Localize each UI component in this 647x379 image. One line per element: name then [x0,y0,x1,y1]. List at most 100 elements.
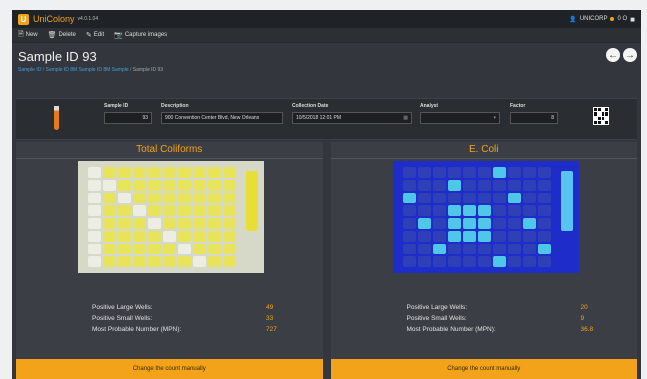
tray-well [148,218,161,229]
collection-date-label: Collection Date [292,103,329,109]
tray-well [178,230,191,242]
tray-well [447,218,461,229]
tray-well [522,218,536,229]
tray-well [178,243,191,255]
tray-well [148,256,161,267]
tray-well [477,230,491,242]
tray-well [492,192,506,204]
mpn-value: 727 [266,326,277,333]
tray-well [477,205,491,216]
edit-button[interactable]: ✎ Edit [86,31,104,39]
tray-well [223,218,236,229]
tray-well [133,192,146,204]
tray-well [432,205,446,216]
description-label: Description [161,103,189,109]
capture-images-button[interactable]: 📷 Capture images [114,31,167,39]
tray-well [118,230,131,242]
tray-well [447,243,461,255]
collection-date-field[interactable]: 10/5/2018 12:01 PM ▦ [292,112,412,124]
change-count-button[interactable]: Change the count manually [330,359,637,379]
breadcrumb: Sample ID / Sample ID 8M Sample ID 8M Sa… [18,67,164,73]
tray-well [447,192,461,204]
tray-well [477,167,491,178]
tray-well [118,256,131,267]
new-icon: 🗎 [18,30,24,38]
sample-id-value: 93 [142,115,148,121]
tray-well [148,243,161,255]
tray-well [432,243,446,255]
new-button[interactable]: 🗎 New [18,30,38,41]
e-coli-panel: E. Coli Positive Large Wells: 20 Positiv… [330,142,638,379]
tray-well [88,205,101,216]
sample-tube-icon [54,106,59,130]
edit-label: Edit [93,32,105,38]
tray-well [417,192,431,204]
tray-well [522,167,536,178]
tray-image-yellow[interactable] [78,161,264,273]
tray-well [178,167,191,178]
menu-icon[interactable]: ■ [630,15,635,24]
tray-well [178,256,191,267]
mpn-label: Most Probable Number (MPN): [406,326,496,333]
factor-label: Factor [510,103,526,109]
tray-well [432,179,446,191]
tray-well [118,192,131,204]
tray-well [133,218,146,229]
breadcrumb-item[interactable]: Sample ID [18,67,41,73]
next-arrow-icon[interactable]: → [623,48,637,62]
tray-well [88,179,101,191]
tray-well [208,218,221,229]
tray-well [223,192,236,204]
tray-well [133,205,146,216]
tray-well [103,179,116,191]
tray-well [223,205,236,216]
user-area: 👤 UNICORP 0 O ■ [569,15,635,24]
tray-well [462,230,476,242]
app-version: v4.0.1.04 [77,16,99,22]
mpn-value: 36.8 [580,326,594,333]
tray-well [492,243,506,255]
collection-date-value: 10/5/2018 12:01 PM [296,115,342,121]
tray-well [417,230,431,242]
tray-well [193,205,206,216]
user-name[interactable]: UNICORP [580,16,608,22]
delete-button[interactable]: 🗑 Delete [48,31,76,39]
tray-well [507,167,521,178]
large-wells-value: 49 [266,304,274,311]
tray-well [118,205,131,216]
factor-field[interactable]: 8 [510,112,558,124]
tray-image-blue[interactable] [392,161,579,273]
status-text: 0 O [617,16,628,22]
sample-info-bar: Sample ID 93 Description 900 Convention … [16,98,637,140]
description-field[interactable]: 900 Convention Center Blvd, New Orleans [161,112,283,124]
tray-well [193,243,206,255]
sample-id-field[interactable]: 93 [104,112,152,124]
tray-well [537,179,551,191]
tray-well [133,179,146,191]
analyst-select[interactable]: ▾ [420,112,500,124]
tray-well [462,179,476,191]
panel-title: Total Coliforms [16,142,323,159]
new-label: New [25,32,38,38]
prev-arrow-icon[interactable]: ← [606,48,620,62]
calendar-icon[interactable]: ▦ [403,115,408,121]
tray-well [88,230,101,242]
small-wells-value: 33 [266,315,274,322]
change-count-button[interactable]: Change the count manually [16,359,323,379]
tray-well [163,167,176,178]
tray-well [507,256,521,267]
tray-well [477,256,491,267]
tray-well [88,243,101,255]
tray-well [432,167,446,178]
tray-well [417,167,431,178]
tray-well [163,205,176,216]
large-wells-label: Positive Large Wells: [406,304,468,311]
stats-block: Positive Large Wells: 20 Positive Small … [331,302,638,335]
tray-well [447,179,461,191]
tray-well [432,230,446,242]
tray-well [402,205,416,216]
breadcrumb-item[interactable]: Sample ID 8M Sample ID 8M Sample [46,67,129,73]
tray-well [133,243,146,255]
tray-well [133,256,146,267]
top-bar: U UniColony v4.0.1.04 👤 UNICORP 0 O ■ [12,10,641,28]
